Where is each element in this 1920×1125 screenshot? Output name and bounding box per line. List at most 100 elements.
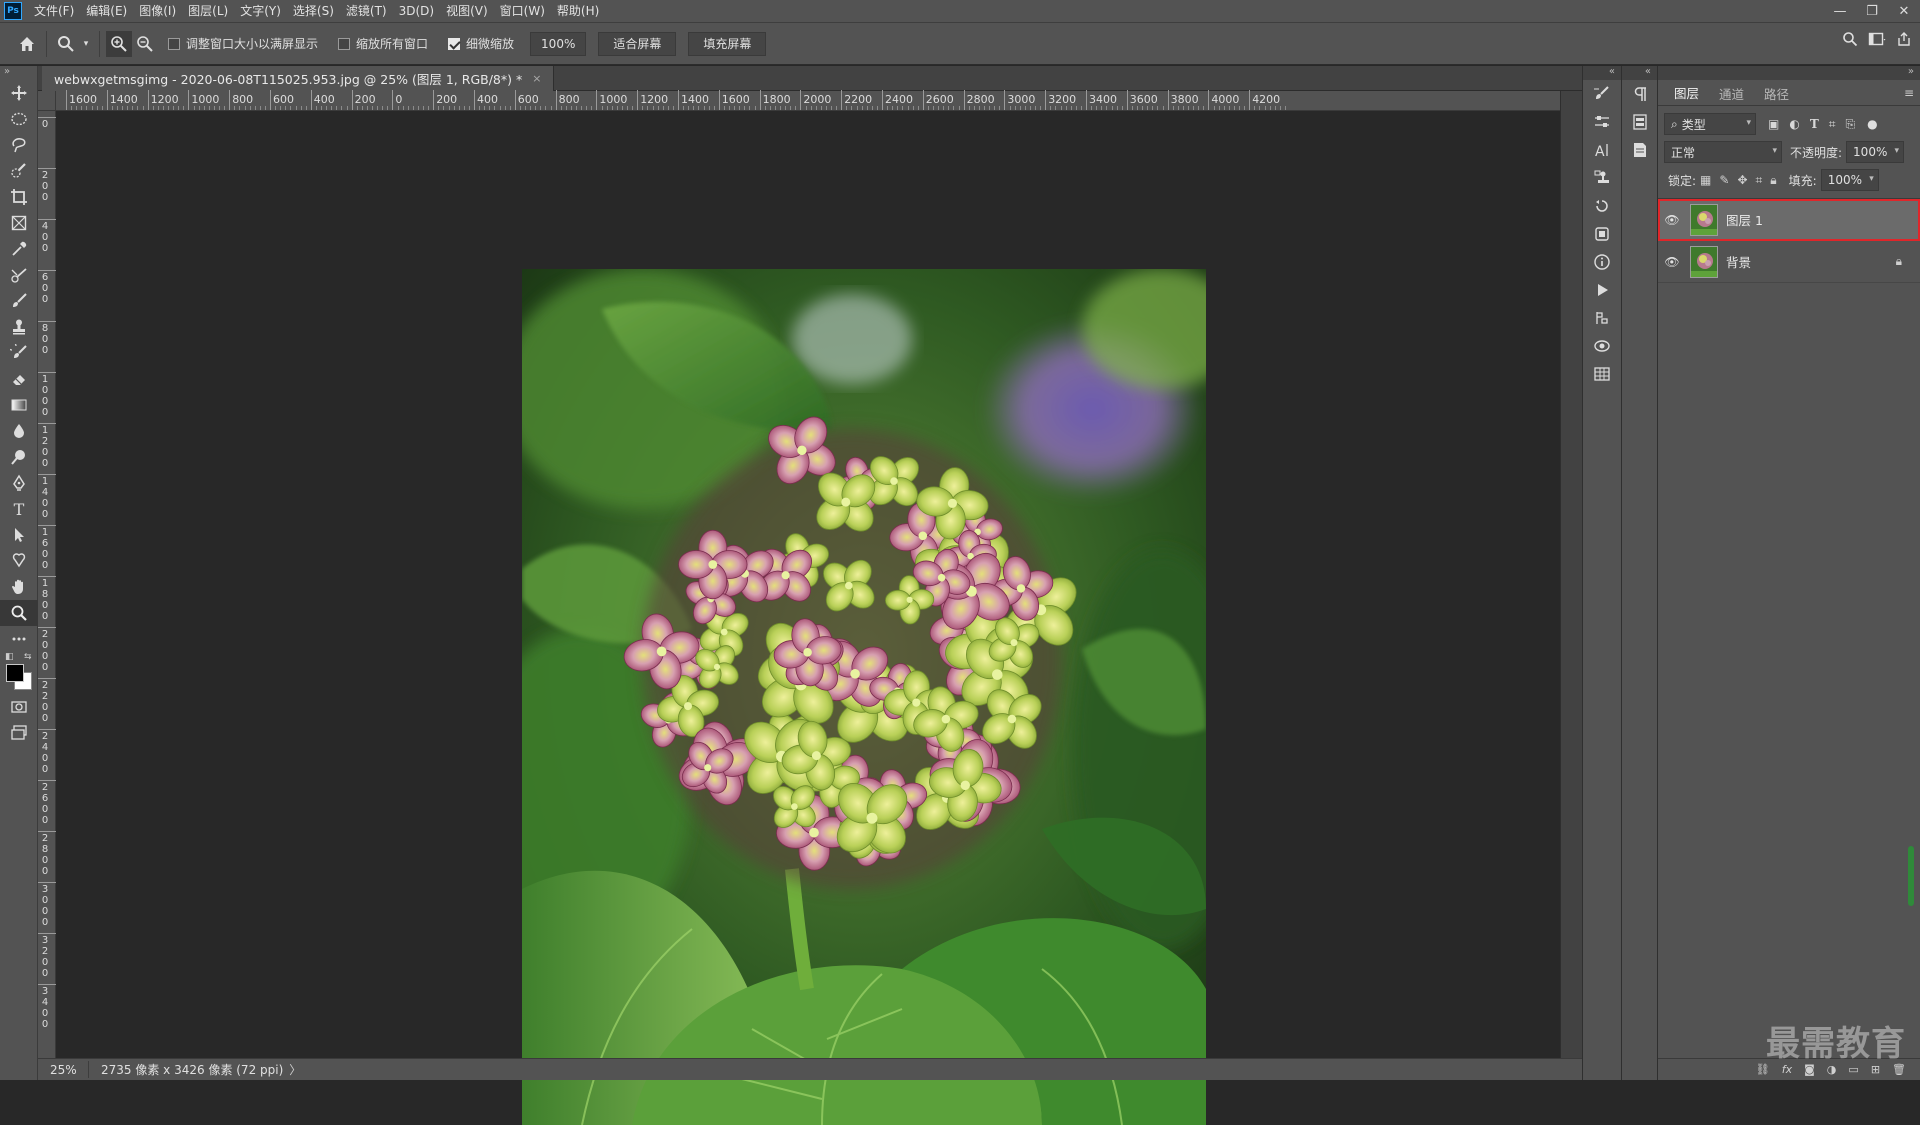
horizontal-ruler[interactable]: 1600 1400 1200 1000 800 600 400 200 0 200 400 600 80… [56, 90, 1560, 111]
vertical-scroll-area[interactable] [1560, 91, 1582, 1058]
document-image[interactable] [522, 269, 1206, 1125]
menu-layer[interactable]: 图层(L) [182, 0, 234, 22]
filter-pixel-icon[interactable]: ▣ [1768, 117, 1779, 132]
close-button[interactable]: ✕ [1888, 0, 1920, 22]
visibility-eye-icon[interactable]: 👁︎ [1658, 213, 1686, 227]
collapse-dock-icon[interactable]: « [1622, 66, 1657, 80]
layer-lock-icon[interactable]: 🔒︎ [1896, 254, 1902, 269]
home-icon[interactable] [14, 31, 40, 57]
collapse-toolbar-icon[interactable]: » [0, 66, 37, 80]
panel-menu-icon[interactable]: ≡ [1904, 86, 1914, 100]
fill-field[interactable]: 100% ▾ [1820, 169, 1879, 191]
crop-tool-icon[interactable] [0, 184, 38, 210]
filter-shape-icon[interactable]: ⌗ [1829, 117, 1836, 132]
move-tool-icon[interactable] [0, 80, 38, 106]
info-icon[interactable] [1583, 248, 1621, 276]
menu-3d[interactable]: 3D(D) [393, 0, 440, 22]
zoom-tool-preset-icon[interactable] [53, 31, 79, 57]
more-tools-icon[interactable] [0, 626, 38, 652]
checkbox-box[interactable] [168, 37, 180, 50]
actions-play-icon[interactable] [1583, 276, 1621, 304]
fill-screen-button[interactable]: 填充屏幕 [688, 31, 767, 56]
collapse-dock-icon[interactable]: « [1583, 66, 1621, 80]
share-icon[interactable] [1896, 31, 1912, 50]
adjustments-sliders-icon[interactable] [1583, 108, 1621, 136]
zoom-all-windows-checkbox[interactable]: 缩放所有窗口 [338, 35, 428, 52]
filter-toggle-icon[interactable]: ● [1867, 117, 1877, 131]
blend-mode-dropdown[interactable]: 正常 ▾ [1664, 141, 1782, 163]
timeline-icon[interactable] [1583, 304, 1621, 332]
properties-icon[interactable] [1622, 108, 1657, 136]
resize-window-checkbox[interactable]: 调整窗口大小以满屏显示 [168, 35, 318, 52]
ruler-origin[interactable] [38, 91, 56, 111]
tab-layers[interactable]: 图层 [1664, 81, 1710, 105]
minimize-button[interactable]: — [1824, 0, 1856, 22]
table-grid-icon[interactable] [1583, 360, 1621, 388]
workspace-icon[interactable] [1868, 31, 1886, 50]
3d-icon[interactable] [1583, 332, 1621, 360]
blur-tool-icon[interactable] [0, 418, 38, 444]
vertical-ruler[interactable]: 0 200 400 600 800 1000 1200 1400 1600 1800 2000 220… [38, 111, 56, 1058]
lock-all-icon[interactable]: 🔒︎ [1770, 173, 1776, 188]
custom-shape-tool-icon[interactable] [0, 548, 38, 574]
brush-settings-icon[interactable] [1583, 80, 1621, 108]
layer-thumbnail[interactable] [1690, 203, 1718, 236]
search-icon[interactable] [1842, 31, 1858, 50]
notes-icon[interactable] [1622, 136, 1657, 164]
canvas-area[interactable] [56, 111, 1560, 1125]
swatches-libraries-icon[interactable] [1583, 220, 1621, 248]
hand-tool-icon[interactable] [0, 574, 38, 600]
brush-tool-icon[interactable] [0, 288, 38, 314]
menu-select[interactable]: 选择(S) [287, 0, 340, 22]
screen-mode-icon[interactable] [0, 720, 38, 746]
filter-type-icon[interactable]: T [1810, 117, 1819, 132]
zoom-percent-field[interactable]: 100% [530, 31, 587, 56]
menu-view[interactable]: 视图(V) [440, 0, 494, 22]
layer-row-background[interactable]: 👁︎ 背景 🔒︎ [1658, 241, 1920, 283]
path-selection-tool-icon[interactable] [0, 522, 38, 548]
foreground-color-swatch[interactable] [6, 664, 24, 682]
zoom-in-icon[interactable] [106, 30, 132, 57]
type-tool-icon[interactable]: T [0, 496, 38, 522]
lock-transparent-pixels-icon[interactable]: ▦ [1700, 173, 1711, 188]
menu-edit[interactable]: 编辑(E) [80, 0, 133, 22]
dodge-tool-icon[interactable] [0, 444, 38, 470]
lock-image-pixels-icon[interactable]: ✎ [1719, 173, 1729, 188]
layer-name[interactable]: 图层 1 [1726, 210, 1763, 229]
menu-help[interactable]: 帮助(H) [551, 0, 605, 22]
menu-type[interactable]: 文字(Y) [234, 0, 287, 22]
layer-thumbnail[interactable] [1690, 245, 1718, 278]
layer-row-layer-1[interactable]: 👁︎ 图层 1 [1658, 199, 1920, 241]
lasso-tool-icon[interactable] [0, 132, 38, 158]
history-icon[interactable] [1583, 192, 1621, 220]
paragraph-icon[interactable] [1622, 80, 1657, 108]
history-brush-tool-icon[interactable] [0, 340, 38, 366]
checkbox-box-checked[interactable] [448, 37, 461, 50]
scrubby-zoom-checkbox[interactable]: 细微缩放 [448, 35, 514, 52]
quick-mask-icon[interactable] [0, 694, 38, 720]
fit-screen-button[interactable]: 适合屏幕 [598, 31, 677, 56]
pen-tool-icon[interactable] [0, 470, 38, 496]
filter-adjustment-icon[interactable]: ◐ [1789, 117, 1799, 132]
collapse-panel-icon[interactable]: » [1658, 66, 1920, 80]
character-icon[interactable]: A [1583, 136, 1621, 164]
eyedropper-tool-icon[interactable] [0, 236, 38, 262]
restore-button[interactable]: ❐ [1856, 0, 1888, 22]
visibility-eye-icon[interactable]: 👁︎ [1658, 255, 1686, 269]
menu-image[interactable]: 图像(I) [133, 0, 182, 22]
panel-scrollbar[interactable] [1908, 846, 1914, 906]
status-zoom[interactable]: 25% [38, 1063, 88, 1077]
frame-tool-icon[interactable] [0, 210, 38, 236]
menu-filter[interactable]: 滤镜(T) [340, 0, 393, 22]
status-menu-arrow-icon[interactable]: 〉 [289, 1061, 301, 1078]
swap-colors-icon[interactable]: ⇆ [24, 652, 32, 662]
zoom-tool-icon[interactable] [0, 600, 38, 626]
chevron-down-icon[interactable]: ▾ [79, 31, 93, 57]
quick-selection-tool-icon[interactable] [0, 158, 38, 184]
zoom-out-icon[interactable] [132, 31, 158, 57]
healing-brush-tool-icon[interactable] [0, 262, 38, 288]
eraser-tool-icon[interactable] [0, 366, 38, 392]
clone-source-icon[interactable] [1583, 164, 1621, 192]
default-colors-icon[interactable]: ◧ [5, 652, 14, 662]
checkbox-box[interactable] [338, 37, 351, 50]
